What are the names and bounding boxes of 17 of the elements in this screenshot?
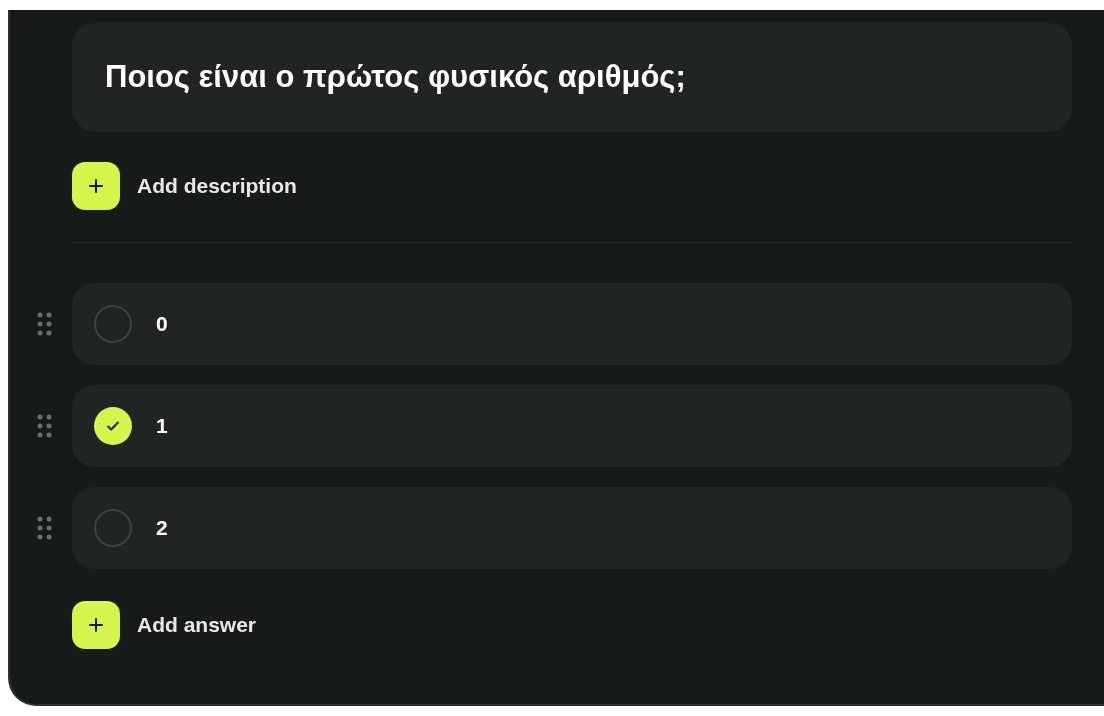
question-title[interactable]: Ποιος είναι ο πρώτος φυσικός αριθμός; (105, 59, 686, 95)
add-description-button[interactable] (72, 162, 120, 210)
plus-icon (88, 617, 104, 633)
answer-radio[interactable] (94, 509, 132, 547)
answer-text[interactable]: 0 (156, 312, 168, 336)
plus-icon (88, 178, 104, 194)
add-answer-button[interactable] (72, 601, 120, 649)
answer-radio[interactable] (94, 305, 132, 343)
check-icon (106, 420, 120, 432)
drag-handle-icon[interactable] (37, 312, 53, 336)
add-description-label[interactable]: Add description (137, 174, 297, 198)
add-answer-label[interactable]: Add answer (137, 613, 257, 637)
answer-text[interactable]: 1 (156, 414, 168, 438)
drag-handle-icon[interactable] (37, 516, 53, 540)
drag-handle-icon[interactable] (37, 414, 53, 438)
answer-text[interactable]: 2 (156, 516, 168, 540)
answer-radio[interactable] (94, 407, 132, 445)
